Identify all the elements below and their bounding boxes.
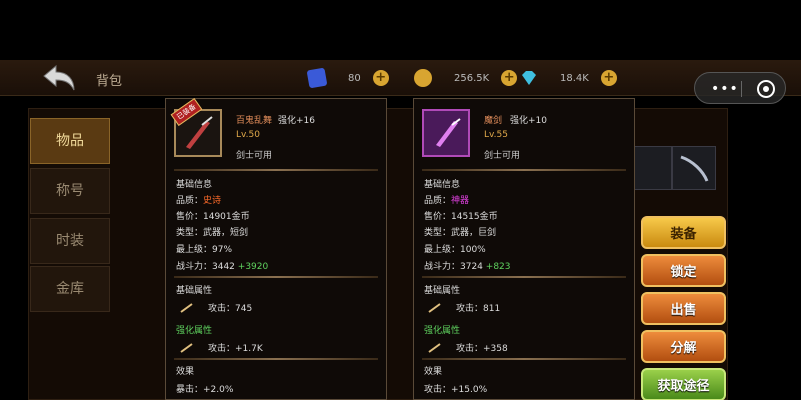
diamond-icon [522, 71, 536, 85]
magic-sword-item-icon [424, 111, 468, 155]
resource-diamond-value: 18.4K [560, 72, 589, 84]
inventory-slot[interactable] [672, 146, 716, 190]
enhance-attr-row: 攻击：+358 [428, 341, 508, 354]
quality-value: 神器 [451, 196, 470, 206]
equip-button[interactable]: 装备 [641, 216, 726, 249]
close-target-icon[interactable] [757, 80, 775, 98]
obtain-path-button[interactable]: 获取途径 [641, 368, 726, 400]
sword-item-icon [680, 155, 709, 182]
enhance-attr-row: 攻击：+1.7K [180, 341, 263, 354]
attack-sword-icon [180, 342, 193, 353]
enhance-attr-title: 强化属性 [424, 326, 461, 336]
power-row: 战斗力：3724 +823 [424, 259, 511, 272]
sell-button[interactable]: 出售 [641, 292, 726, 325]
base-attr-value: 攻击：745 [208, 304, 253, 314]
effect-title: 效果 [424, 367, 443, 377]
divider [422, 169, 626, 171]
price-row: 售价：14515金币 [424, 212, 498, 222]
add-card-button[interactable]: + [372, 70, 389, 86]
page-title: 背包 [96, 74, 123, 89]
sidebar-item-vault[interactable]: 金库 [30, 266, 110, 312]
item-tooltip-compare: 魔剑 强化+10 Lv.55 剑士可用 基础信息 品质：神器 售价：14515金… [413, 98, 635, 400]
divider [422, 276, 626, 278]
enhance-attr-value: 攻击：+358 [456, 344, 508, 354]
power-bonus: +823 [485, 262, 511, 272]
item-usable-class: 剑士可用 [484, 151, 521, 161]
type-row: 类型：武器，短剑 [176, 228, 249, 238]
base-attr-row: 攻击：745 [180, 301, 252, 314]
divider [174, 276, 378, 278]
item-usable-class: 剑士可用 [236, 151, 273, 161]
base-attr-title: 基础属性 [176, 286, 213, 296]
divider [174, 169, 378, 171]
more-menu-icon[interactable]: ••• [711, 81, 739, 97]
sidebar-item-fashion[interactable]: 时装 [30, 218, 110, 264]
quality-label: 品质： [424, 196, 452, 206]
item-enhance-level: 强化+16 [278, 116, 315, 126]
power-bonus: +3920 [237, 262, 269, 272]
base-attr-title: 基础属性 [424, 286, 461, 296]
sidebar-item-items[interactable]: 物品 [30, 118, 110, 164]
effect-title: 效果 [176, 367, 195, 377]
lock-button[interactable]: 锁定 [641, 254, 726, 287]
basic-info-title: 基础信息 [176, 180, 213, 190]
gold-coin-icon [414, 69, 432, 87]
capsule-divider [741, 81, 742, 97]
power-value: 战斗力：3724 [424, 262, 483, 272]
power-value: 战斗力：3442 [176, 262, 235, 272]
quality-value: 史诗 [203, 196, 222, 206]
price-row: 售价：14901金币 [176, 212, 250, 222]
item-level: Lv.50 [236, 130, 260, 140]
quality-row: 品质：神器 [424, 193, 469, 206]
resource-gold: 256.5K + [414, 68, 518, 88]
max-level-row: 最上级：97% [176, 245, 233, 255]
power-row: 战斗力：3442 +3920 [176, 259, 268, 272]
quality-row: 品质：史诗 [176, 193, 221, 206]
item-enhance-level: 强化+10 [510, 116, 547, 126]
attack-sword-icon [180, 302, 193, 313]
base-attr-row: 攻击：811 [428, 301, 500, 314]
add-gold-button[interactable]: + [501, 70, 518, 86]
dismantle-button[interactable]: 分解 [641, 330, 726, 363]
back-arrow-icon[interactable] [42, 64, 78, 92]
basic-info-title: 基础信息 [424, 180, 461, 190]
divider [174, 358, 378, 360]
resource-card-value: 80 [348, 72, 361, 84]
item-name: 魔剑 [484, 116, 503, 126]
add-diamond-button[interactable]: + [600, 70, 617, 86]
resource-diamond: 18.4K + [520, 68, 617, 88]
divider [422, 358, 626, 360]
type-row: 类型：武器，巨剑 [424, 228, 497, 238]
attack-sword-icon [428, 302, 441, 313]
enhance-attr-title: 强化属性 [176, 326, 213, 336]
attack-sword-icon [428, 342, 441, 353]
resource-gold-value: 256.5K [454, 72, 490, 84]
enhance-attr-value: 攻击：+1.7K [208, 344, 263, 354]
resource-card: 80 + [306, 67, 389, 89]
base-attr-value: 攻击：811 [456, 304, 501, 314]
item-level: Lv.55 [484, 130, 508, 140]
card-icon [306, 67, 328, 89]
quality-label: 品质： [176, 196, 204, 206]
item-name: 百鬼乱舞 [236, 116, 273, 126]
effect-value: 攻击：+15.0% [424, 385, 488, 395]
item-tooltip-equipped: 已装备 百鬼乱舞 强化+16 Lv.50 剑士可用 基础信息 品质：史诗 售价：… [165, 97, 387, 400]
item-icon-box [422, 109, 470, 157]
mini-program-capsule: ••• [694, 72, 786, 104]
effect-value: 暴击：+2.0% [176, 385, 234, 395]
max-level-row: 最上级：100% [424, 245, 486, 255]
sidebar-item-titles[interactable]: 称号 [30, 168, 110, 214]
